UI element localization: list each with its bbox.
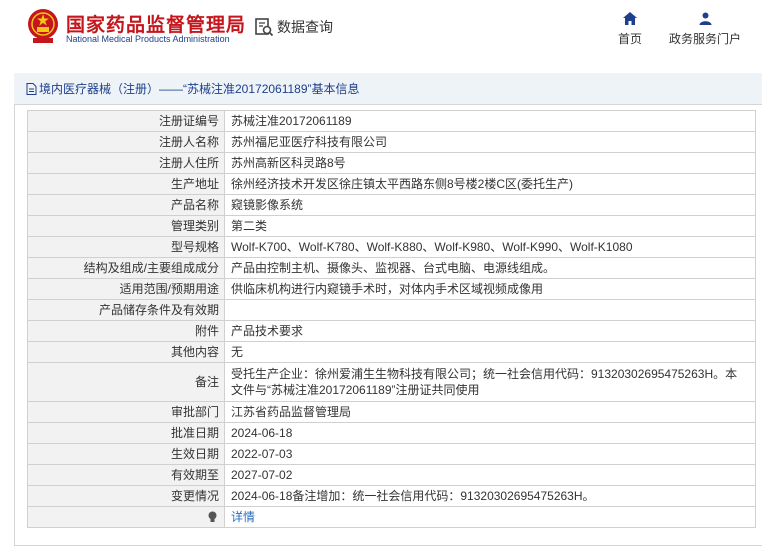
nav-gov-service[interactable]: 政务服务门户	[667, 12, 743, 47]
table-row: 管理类别 第二类	[27, 215, 756, 237]
field-label: 产品名称	[27, 194, 225, 216]
table-row: 产品储存条件及有效期	[27, 299, 756, 321]
field-label: 生效日期	[27, 443, 225, 465]
field-value: 产品由控制主机、摄像头、监视器、台式电脑、电源线组成。	[224, 257, 756, 279]
org-name-en: National Medical Products Administration	[66, 34, 230, 44]
table-row: 适用范围/预期用途 供临床机构进行内窥镜手术时，对体内手术区域视频成像用	[27, 278, 756, 300]
field-value: 窥镜影像系统	[224, 194, 756, 216]
table-row: 其他内容无	[27, 341, 756, 363]
home-icon	[623, 12, 637, 25]
breadcrumb-text: 境内医疗器械（注册）——“苏械注准20172061189”基本信息	[39, 82, 360, 96]
field-value: 苏州高新区科灵路8号	[224, 152, 756, 174]
table-row: 批准日期 2024-06-18	[27, 422, 756, 444]
breadcrumb: 境内医疗器械（注册）——“苏械注准20172061189”基本信息	[14, 73, 762, 105]
table-row: 详情	[27, 506, 756, 528]
table-row: 结构及组成/主要组成成分 产品由控制主机、摄像头、监视器、台式电脑、电源线组成。	[27, 257, 756, 279]
field-value: 产品技术要求	[224, 320, 756, 342]
field-label: 有效期至	[27, 464, 225, 486]
field-label: 产品储存条件及有效期	[27, 299, 225, 321]
table-row: 审批部门 江苏省药品监督管理局	[27, 401, 756, 423]
table-row: 产品名称 窥镜影像系统	[27, 194, 756, 216]
detail-link[interactable]: 详情	[231, 510, 255, 524]
field-label: 注册人名称	[27, 131, 225, 153]
field-label: 注册证编号	[27, 110, 225, 132]
field-value	[224, 299, 756, 321]
table-row: 附件 产品技术要求	[27, 320, 756, 342]
field-value: 第二类	[224, 215, 756, 237]
table-row: 型号规格 Wolf-K700、Wolf-K780、Wolf-K880、Wolf-K…	[27, 236, 756, 258]
org-name-cn: 国家药品监督管理局	[66, 15, 247, 36]
user-icon	[699, 12, 711, 25]
nav-home-label: 首页	[617, 32, 642, 46]
field-value: 徐州经济技术开发区徐庄镇太平西路东侧8号楼2楼C区(委托生产)	[224, 173, 756, 195]
field-value: 2022-07-03	[224, 443, 756, 465]
table-row: 生效日期 2022-07-03	[27, 443, 756, 465]
table-row: 注册人住所 苏州高新区科灵路8号	[27, 152, 756, 174]
field-label: 附件	[27, 320, 225, 342]
field-value: 2027-07-02	[224, 464, 756, 486]
info-table: 注册证编号 苏械注准20172061189 注册人名称 苏州福尼亚医疗科技有限公司 注册…	[27, 110, 756, 528]
nav-gov-label: 政务服务门户	[668, 32, 741, 46]
field-value: 2024-06-18备注增加：统一社会信用代码：9132030269547526…	[224, 485, 756, 507]
field-label: 备注	[27, 362, 225, 402]
document-icon	[26, 82, 37, 95]
site-header: 国家药品监督管理局 National Medical Products Admi…	[0, 0, 762, 62]
table-row: 变更情况 2024-06-18备注增加：统一社会信用代码：913203026954…	[27, 485, 756, 507]
data-query-link[interactable]: 数据查询	[254, 17, 333, 37]
table-row: 有效期至 2027-07-02	[27, 464, 756, 486]
data-query-label: 数据查询	[277, 19, 333, 35]
field-value: 供临床机构进行内窥镜手术时，对体内手术区域视频成像用	[224, 278, 756, 300]
field-value: 无	[224, 341, 756, 363]
field-label: 型号规格	[27, 236, 225, 258]
table-row: 备注 受托生产企业：徐州爱浦生生物科技有限公司；统一社会信用代码：91320302…	[27, 362, 756, 402]
field-value: 受托生产企业：徐州爱浦生生物科技有限公司；统一社会信用代码：9132030269…	[224, 362, 756, 402]
field-value: Wolf-K700、Wolf-K780、Wolf-K880、Wolf-K980、…	[224, 236, 756, 258]
field-label: 批准日期	[27, 422, 225, 444]
field-label: 注册人住所	[27, 152, 225, 174]
nav-home[interactable]: 首页	[615, 12, 645, 47]
detail-cell: 详情	[224, 506, 756, 528]
table-row: 生产地址 徐州经济技术开发区徐庄镇太平西路东侧8号楼2楼C区(委托生产)	[27, 173, 756, 195]
field-value: 苏械注准20172061189	[224, 110, 756, 132]
field-value: 苏州福尼亚医疗科技有限公司	[224, 131, 756, 153]
field-label: 结构及组成/主要组成成分	[27, 257, 225, 279]
field-value: 2024-06-18	[224, 422, 756, 444]
detail-label-cell	[27, 506, 225, 528]
table-row: 注册人名称 苏州福尼亚医疗科技有限公司	[27, 131, 756, 153]
data-search-icon	[255, 18, 274, 37]
table-row: 注册证编号 苏械注准20172061189	[27, 110, 756, 132]
lightbulb-icon	[208, 511, 217, 522]
field-value: 江苏省药品监督管理局	[224, 401, 756, 423]
field-label: 适用范围/预期用途	[27, 278, 225, 300]
national-emblem-icon	[28, 9, 58, 43]
field-label: 其他内容	[27, 341, 225, 363]
field-label: 生产地址	[27, 173, 225, 195]
field-label: 管理类别	[27, 215, 225, 237]
field-label: 变更情况	[27, 485, 225, 507]
field-label: 审批部门	[27, 401, 225, 423]
